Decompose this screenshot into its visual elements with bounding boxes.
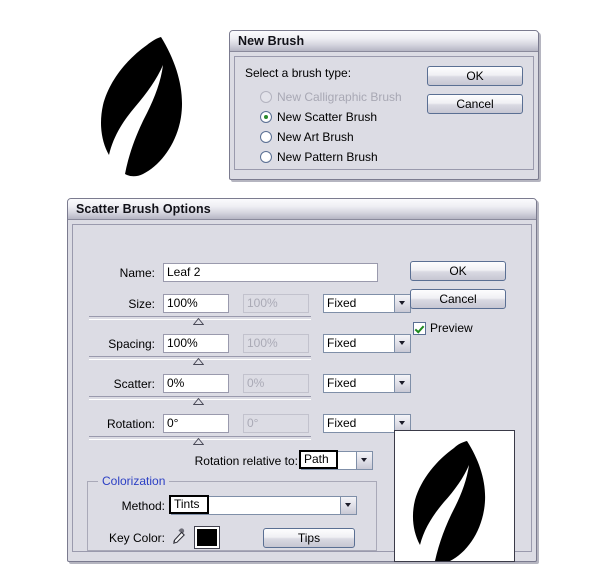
- preview-label: Preview: [430, 321, 473, 335]
- rotation-relative-value[interactable]: Path: [299, 450, 338, 469]
- size-input[interactable]: 100%: [163, 294, 229, 313]
- preview-leaf-icon: [412, 441, 486, 561]
- spacing-mode-combo[interactable]: Fixed: [323, 334, 411, 353]
- scatter-input[interactable]: 0%: [163, 374, 229, 393]
- rotation-label: Rotation:: [106, 417, 155, 431]
- radio-new-calligraphic-brush: New Calligraphic Brush: [260, 87, 402, 107]
- new-brush-body: Select a brush type: New Calligraphic Br…: [234, 56, 534, 170]
- spacing-label: Spacing:: [108, 337, 155, 351]
- colorization-legend: Colorization: [98, 474, 170, 488]
- scatter-cancel-button[interactable]: Cancel: [410, 289, 506, 309]
- chevron-down-icon[interactable]: [340, 496, 357, 515]
- method-label: Method:: [121, 499, 165, 513]
- radio-label: New Scatter Brush: [277, 110, 378, 124]
- tips-button[interactable]: Tips: [263, 528, 355, 548]
- new-brush-dialog: New Brush Select a brush type: New Calli…: [229, 30, 539, 180]
- chevron-down-icon[interactable]: [394, 334, 411, 353]
- brush-type-prompt: Select a brush type:: [245, 66, 352, 80]
- scatter-ok-button[interactable]: OK: [410, 261, 506, 281]
- rotation-mode-value: Fixed: [323, 414, 394, 433]
- new-brush-title: New Brush: [238, 34, 305, 48]
- radio-circle-icon: [260, 91, 272, 103]
- radio-new-pattern-brush[interactable]: New Pattern Brush: [260, 147, 402, 167]
- size-max-input: 100%: [243, 294, 309, 313]
- size-slider[interactable]: [89, 316, 311, 328]
- spacing-input[interactable]: 100%: [163, 334, 229, 353]
- slider-thumb[interactable]: [193, 358, 204, 365]
- scatter-slider[interactable]: [89, 396, 311, 408]
- brush-preview-box: [394, 430, 515, 562]
- leaf-shape-icon: [101, 37, 183, 177]
- size-mode-value: Fixed: [323, 294, 394, 313]
- radio-label: New Art Brush: [277, 130, 354, 144]
- name-input[interactable]: Leaf 2: [163, 263, 378, 282]
- rotation-max-input: 0°: [243, 414, 309, 433]
- spacing-slider[interactable]: [89, 356, 311, 368]
- scatter-label: Scatter:: [113, 377, 155, 391]
- method-value[interactable]: Tints: [169, 495, 209, 514]
- new-brush-ok-button[interactable]: OK: [427, 66, 523, 86]
- size-label: Size:: [128, 297, 155, 311]
- scatter-mode-combo[interactable]: Fixed: [323, 374, 411, 393]
- new-brush-cancel-button[interactable]: Cancel: [427, 94, 523, 114]
- radio-new-scatter-brush[interactable]: New Scatter Brush: [260, 107, 402, 127]
- rotation-relative-label: Rotation relative to:: [194, 454, 298, 468]
- slider-thumb[interactable]: [193, 318, 204, 325]
- radio-new-art-brush[interactable]: New Art Brush: [260, 127, 402, 147]
- new-brush-titlebar[interactable]: New Brush: [230, 31, 538, 52]
- brush-type-radio-group: New Calligraphic Brush New Scatter Brush…: [260, 87, 402, 167]
- radio-circle-icon: [260, 151, 272, 163]
- rotation-slider[interactable]: [89, 436, 311, 448]
- rotation-input[interactable]: 0°: [163, 414, 229, 433]
- size-mode-combo[interactable]: Fixed: [323, 294, 411, 313]
- radio-label: New Pattern Brush: [277, 150, 378, 164]
- chevron-down-icon[interactable]: [394, 374, 411, 393]
- scatter-dialog-title: Scatter Brush Options: [76, 202, 211, 216]
- scatter-dialog-titlebar[interactable]: Scatter Brush Options: [68, 199, 536, 220]
- radio-circle-selected-icon: [260, 111, 272, 123]
- chevron-down-icon[interactable]: [356, 451, 373, 470]
- scatter-dialog-body: Name: Leaf 2 Size: 100% 100% Fixed Spaci…: [72, 224, 532, 562]
- checkmark-icon: [413, 321, 426, 335]
- chevron-down-icon[interactable]: [394, 294, 411, 313]
- radio-circle-icon: [260, 131, 272, 143]
- name-label: Name:: [119, 266, 155, 280]
- slider-thumb[interactable]: [193, 398, 204, 405]
- preview-checkbox[interactable]: Preview: [413, 321, 473, 335]
- eyedropper-icon[interactable]: [172, 528, 188, 546]
- leaf-artwork: [85, 33, 197, 178]
- scatter-brush-options-dialog: Scatter Brush Options Name: Leaf 2 Size:…: [67, 198, 537, 562]
- scatter-mode-value: Fixed: [323, 374, 394, 393]
- slider-thumb[interactable]: [193, 438, 204, 445]
- scatter-max-input: 0%: [243, 374, 309, 393]
- spacing-mode-value: Fixed: [323, 334, 394, 353]
- key-color-label: Key Color:: [108, 531, 165, 545]
- radio-label: New Calligraphic Brush: [277, 90, 402, 104]
- key-color-swatch[interactable]: [194, 526, 220, 549]
- spacing-max-input: 100%: [243, 334, 309, 353]
